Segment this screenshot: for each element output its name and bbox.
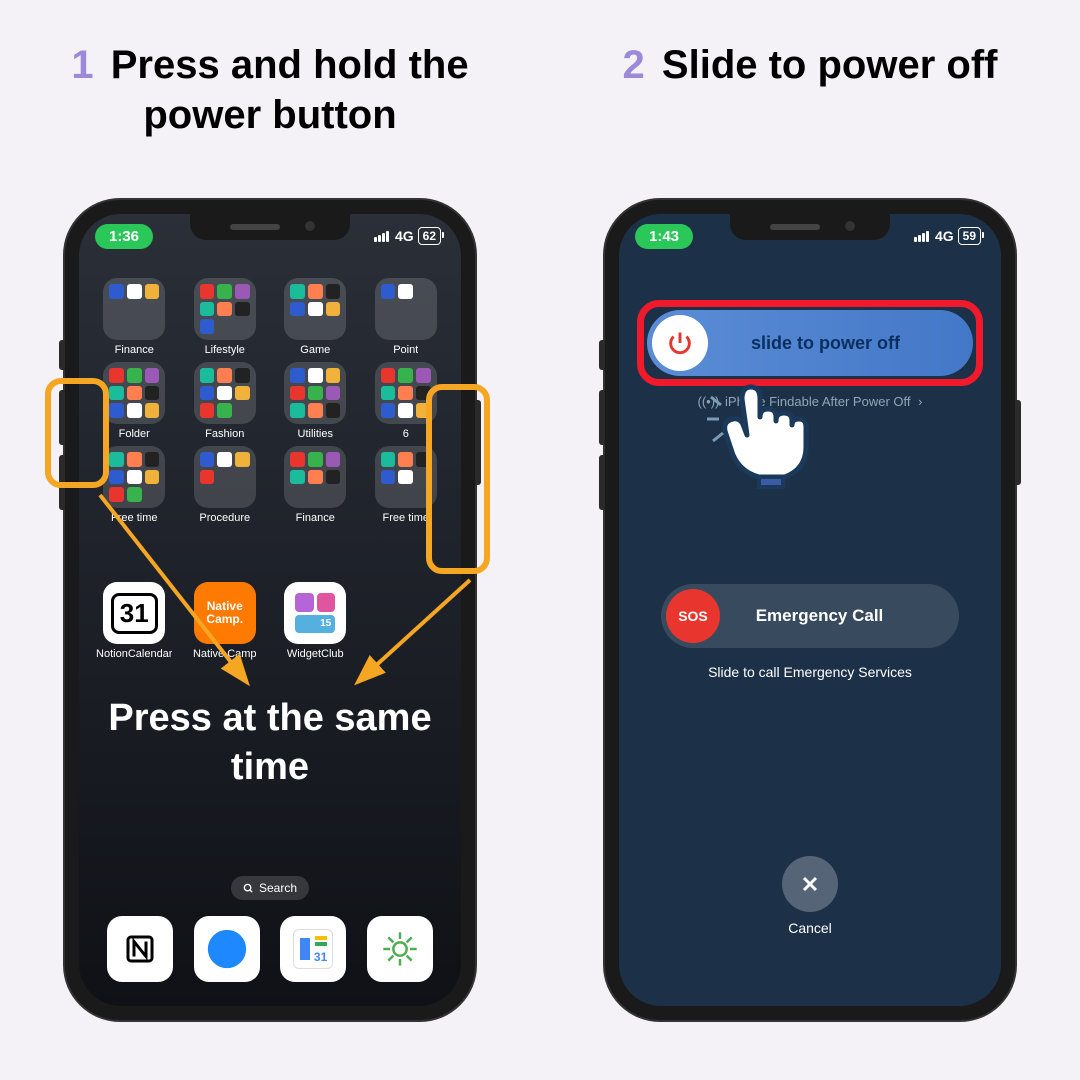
dock-app-safari[interactable] — [194, 916, 260, 982]
folder-icon — [194, 362, 256, 424]
time-pill[interactable]: 1:43 — [635, 224, 693, 249]
arrow-left — [90, 485, 270, 705]
folder-icon — [284, 362, 346, 424]
phone-2: 1:43 4G 59 slide to power off — [605, 200, 1015, 1020]
folder-label: Finance — [296, 512, 335, 524]
dock-app-calendar[interactable]: 31 — [280, 916, 346, 982]
battery-icon: 62 — [418, 227, 441, 245]
dock-app-notion[interactable] — [107, 916, 173, 982]
folder-icon — [375, 278, 437, 340]
network-label: 4G — [395, 228, 414, 244]
step-1-header: 1 Press and hold the power button — [10, 40, 530, 180]
mute-switch[interactable] — [599, 340, 605, 370]
highlight-power-button — [426, 384, 490, 574]
folder-finance[interactable]: Finance — [272, 446, 359, 524]
step-2-header: 2 Slide to power off — [623, 40, 998, 180]
emergency-slider[interactable]: SOS Emergency Call — [661, 584, 959, 648]
arrow-right — [340, 570, 480, 700]
notch — [730, 214, 890, 240]
step-2-title: Slide to power off — [662, 43, 998, 87]
folder-game[interactable]: Game — [272, 278, 359, 356]
step-1-title: Press and hold the power button — [111, 43, 469, 137]
status-right: 4G 62 — [374, 227, 441, 245]
folder-label: Finance — [115, 344, 154, 356]
step-1-num: 1 — [71, 43, 93, 87]
signal-icon — [374, 231, 389, 242]
volume-up-button[interactable] — [599, 390, 605, 445]
folder-label: Lifestyle — [205, 344, 245, 356]
cancel-circle[interactable] — [782, 856, 838, 912]
highlight-volume-button — [45, 378, 109, 488]
signal-icon — [914, 231, 929, 242]
folder-icon — [103, 278, 165, 340]
network-label: 4G — [935, 228, 954, 244]
folder-point[interactable]: Point — [363, 278, 450, 356]
status-right: 4G 59 — [914, 227, 981, 245]
step-2-num: 2 — [623, 43, 645, 87]
steps-container: 1 Press and hold the power button 1:36 4… — [0, 0, 1080, 1080]
search-icon — [243, 883, 254, 894]
step-1: 1 Press and hold the power button 1:36 4… — [0, 0, 540, 1080]
hand-cursor-icon — [697, 369, 817, 494]
emergency-sub: Slide to call Emergency Services — [619, 664, 1001, 680]
cancel-button[interactable]: Cancel — [782, 856, 838, 936]
folder-label: Fashion — [205, 428, 244, 440]
folder-finance[interactable]: Finance — [91, 278, 178, 356]
dock-app-star[interactable] — [367, 916, 433, 982]
volume-down-button[interactable] — [599, 455, 605, 510]
battery-icon: 59 — [958, 227, 981, 245]
folder-lifestyle[interactable]: Lifestyle — [182, 278, 269, 356]
folder-label: 6 — [403, 428, 409, 440]
folder-label: Utilities — [298, 428, 333, 440]
sos-knob[interactable]: SOS — [666, 589, 720, 643]
folder-utilities[interactable]: Utilities — [272, 362, 359, 440]
folder-label: Folder — [119, 428, 150, 440]
app-label: WidgetClub — [287, 648, 344, 660]
cancel-label: Cancel — [788, 920, 832, 936]
notch — [190, 214, 350, 240]
close-icon — [798, 872, 822, 896]
dock: 31 — [91, 906, 449, 992]
folder-label: Point — [393, 344, 418, 356]
folder-icon — [194, 278, 256, 340]
time-pill[interactable]: 1:36 — [95, 224, 153, 249]
mute-switch[interactable] — [59, 340, 65, 370]
folder-icon — [284, 446, 346, 508]
folder-icon — [284, 278, 346, 340]
search-label: Search — [259, 881, 297, 895]
power-button[interactable] — [1015, 400, 1021, 485]
overlay-instruction: Press at the same time — [79, 694, 461, 793]
step-2: 2 Slide to power off 1:43 4G 59 — [540, 0, 1080, 1080]
folder-label: Game — [300, 344, 330, 356]
emergency-label: Emergency Call — [720, 606, 959, 626]
folder-icon — [103, 362, 165, 424]
power-off-screen: 1:43 4G 59 slide to power off — [619, 214, 1001, 1006]
folder-fashion[interactable]: Fashion — [182, 362, 269, 440]
phone-2-screen: 1:43 4G 59 slide to power off — [619, 214, 1001, 1006]
search-pill[interactable]: Search — [231, 876, 309, 900]
app-icon: 15 — [284, 582, 346, 644]
folder-label: Free time — [383, 512, 429, 524]
